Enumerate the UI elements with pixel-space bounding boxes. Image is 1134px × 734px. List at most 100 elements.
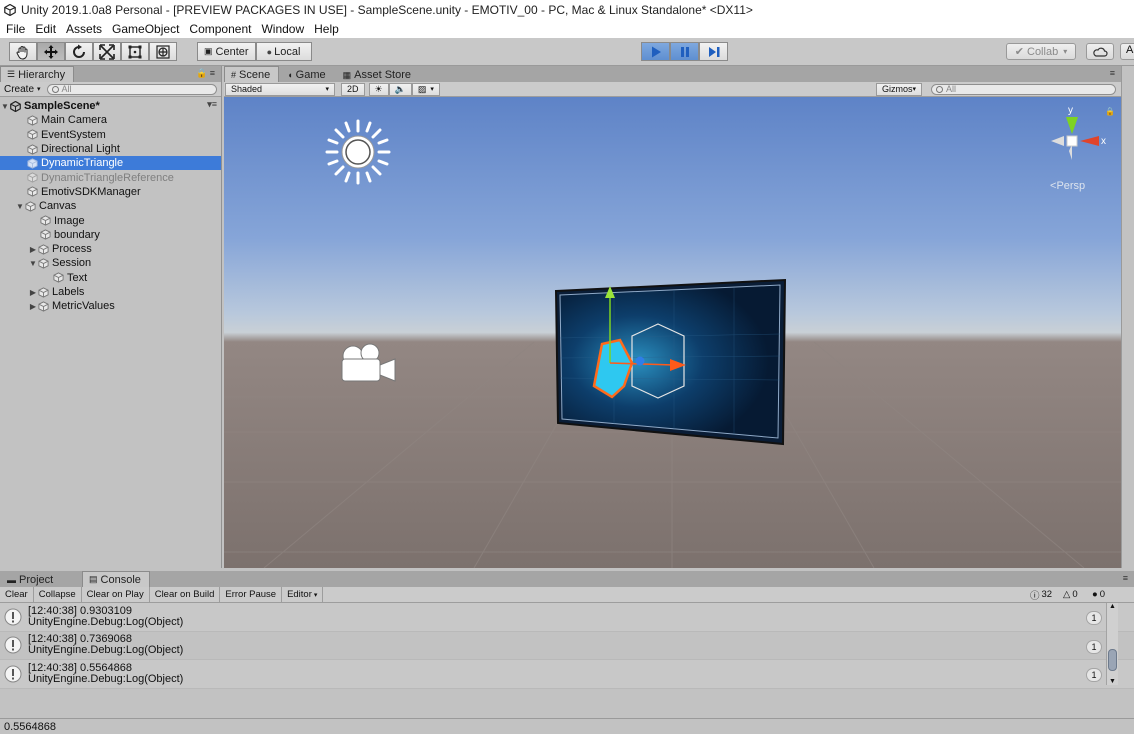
effects-dropdown[interactable]: ▨ ▾ <box>411 82 440 96</box>
play-button[interactable] <box>641 42 670 61</box>
canvas-board[interactable] <box>554 278 788 448</box>
menu-help[interactable]: Help <box>309 22 344 36</box>
hierarchy-item-dynamictrianglereference[interactable]: DynamicTriangleReference <box>0 170 221 184</box>
pause-button[interactable] <box>670 42 699 61</box>
log-entry[interactable]: [12:40:38] 0.7369068 UnityEngine.Debug:Lo… <box>0 632 1134 661</box>
tab-game[interactable]: ◖ Game <box>280 67 334 82</box>
window-title: Unity 2019.1.0a8 Personal - [PREVIEW PAC… <box>21 3 753 17</box>
lighting-toggle-button[interactable]: ☀ <box>368 82 389 96</box>
menu-bar: File Edit Assets GameObject Component Wi… <box>0 20 1134 38</box>
tab-scene[interactable]: # Scene <box>224 66 280 82</box>
console-toolbar: Clear Collapse Clear on Play Clear on Bu… <box>0 587 1134 603</box>
projection-label[interactable]: <Persp <box>1050 180 1085 192</box>
camera-gizmo-icon[interactable] <box>338 342 398 386</box>
2d-toggle-button[interactable]: 2D <box>341 82 365 96</box>
menu-edit[interactable]: Edit <box>30 22 61 36</box>
hierarchy-item-session[interactable]: ▼ Session <box>0 256 221 270</box>
panel-menu-icon[interactable]: ≡ <box>1110 68 1115 78</box>
scene-root-row[interactable]: ▼ SampleScene* ▾≡ <box>0 99 221 113</box>
hierarchy-item-canvas[interactable]: ▼ Canvas <box>0 199 221 213</box>
hierarchy-item-labels[interactable]: ▶ Labels <box>0 285 221 299</box>
clear-button[interactable]: Clear <box>0 587 34 602</box>
editor-dropdown[interactable]: Editor ▾ <box>282 587 324 602</box>
hierarchy-item-eventsystem[interactable]: EventSystem <box>0 128 221 142</box>
hierarchy-item-emotivsdkmanager[interactable]: EmotivSDKManager <box>0 185 221 199</box>
scene-menu-icon[interactable]: ▾≡ <box>207 99 217 110</box>
menu-window[interactable]: Window <box>256 22 309 36</box>
local-globe-icon: ● <box>266 46 273 57</box>
pivot-local-button[interactable]: ● Local <box>255 42 312 61</box>
rotate-tool-button[interactable] <box>65 42 93 61</box>
hierarchy-search-input[interactable]: All <box>46 83 217 95</box>
menu-file[interactable]: File <box>0 22 30 36</box>
collapse-button[interactable]: Collapse <box>34 587 82 602</box>
menu-assets[interactable]: Assets <box>61 22 107 36</box>
collapse-arrow-icon[interactable]: ▶ <box>28 245 38 254</box>
console-tabbar: ▬ Project ▤ Console ≡ <box>0 571 1134 587</box>
hierarchy-item-dynamictriangle[interactable]: DynamicTriangle <box>0 156 221 171</box>
shading-mode-dropdown[interactable]: Shaded ▾ <box>225 82 335 96</box>
console-scrollbar[interactable]: ▲ ▼ <box>1106 603 1118 685</box>
clear-on-build-toggle[interactable]: Clear on Build <box>150 587 221 602</box>
account-button[interactable]: A <box>1120 43 1134 60</box>
hierarchy-item-process[interactable]: ▶ Process <box>0 242 221 256</box>
error-count-toggle[interactable]: ● 0 <box>1092 588 1105 601</box>
cloud-services-button[interactable] <box>1086 43 1114 60</box>
log-count-toggle[interactable]: ⓘ 32 <box>1030 588 1052 602</box>
error-icon: ● <box>1092 589 1098 600</box>
tab-project[interactable]: ▬ Project <box>0 572 62 587</box>
step-button[interactable] <box>699 42 728 61</box>
orientation-gizmo[interactable]: y x 🔒 <box>1049 105 1115 175</box>
gizmo-y-label: y <box>1068 105 1073 116</box>
hand-tool-button[interactable] <box>9 42 37 61</box>
hierarchy-item-main-camera[interactable]: Main Camera <box>0 113 221 127</box>
rect-tool-button[interactable] <box>121 42 149 61</box>
warning-count-toggle[interactable]: △ 0 <box>1063 588 1078 601</box>
transform-tools <box>9 42 177 61</box>
hierarchy-item-metricvalues[interactable]: ▶ MetricValues <box>0 299 221 313</box>
scale-tool-button[interactable] <box>93 42 121 61</box>
menu-gameobject[interactable]: GameObject <box>107 22 184 36</box>
audio-toggle-button[interactable]: 🔈 <box>388 82 412 96</box>
clear-on-play-toggle[interactable]: Clear on Play <box>82 587 150 602</box>
status-bar[interactable]: 0.5564868 <box>0 718 1134 734</box>
gizmo-lock-icon[interactable]: 🔒 <box>1105 107 1115 116</box>
info-bubble-icon <box>4 665 22 683</box>
panel-menu-icon[interactable]: ≡ <box>1123 573 1128 583</box>
create-dropdown[interactable]: Create ▾ <box>4 84 41 95</box>
gameobject-cube-icon <box>25 201 36 212</box>
scene-search-input[interactable]: All <box>931 83 1116 95</box>
error-pause-toggle[interactable]: Error Pause <box>220 587 283 602</box>
pivot-center-button[interactable]: ▣ Center <box>197 42 256 61</box>
gizmos-dropdown[interactable]: Gizmos ▾ <box>876 82 922 96</box>
expand-arrow-icon[interactable]: ▼ <box>0 102 10 111</box>
tab-console[interactable]: ▤ Console <box>82 571 150 587</box>
collapse-arrow-icon[interactable]: ▶ <box>28 288 38 297</box>
info-bubble-icon <box>4 636 22 654</box>
expand-arrow-icon[interactable]: ▼ <box>28 259 38 268</box>
console-scroll-thumb[interactable] <box>1108 649 1117 671</box>
scene-viewport[interactable]: y x 🔒 <Persp <box>224 97 1121 568</box>
directional-light-gizmo-icon[interactable] <box>324 118 392 186</box>
hierarchy-item-directional-light[interactable]: Directional Light <box>0 142 221 156</box>
console-icon: ▤ <box>89 574 98 584</box>
expand-arrow-icon[interactable]: ▼ <box>15 202 25 211</box>
scene-grid-icon: # <box>231 69 237 80</box>
move-tool-button[interactable] <box>37 42 65 61</box>
panel-lock-menu-icon[interactable]: 🔒 ≡ <box>196 68 215 79</box>
right-edge-strip <box>1121 66 1134 568</box>
tab-asset-store[interactable]: ▦ Asset Store <box>336 67 420 82</box>
log-entry[interactable]: [12:40:38] 0.9303109 UnityEngine.Debug:Lo… <box>0 603 1134 632</box>
check-circle-icon: ✔ <box>1014 46 1024 58</box>
log-entry[interactable]: [12:40:38] 0.5564868 UnityEngine.Debug:Lo… <box>0 660 1134 689</box>
hierarchy-item-text[interactable]: Text <box>0 271 221 285</box>
hierarchy-item-boundary[interactable]: boundary <box>0 228 221 242</box>
menu-component[interactable]: Component <box>184 22 256 36</box>
collapse-arrow-icon[interactable]: ▶ <box>28 302 38 311</box>
hierarchy-item-image[interactable]: Image <box>0 213 221 227</box>
scroll-down-arrow-icon[interactable]: ▼ <box>1109 678 1116 685</box>
scroll-up-arrow-icon[interactable]: ▲ <box>1109 603 1116 610</box>
collab-dropdown[interactable]: ✔ Collab ▾ <box>1006 43 1076 60</box>
tab-hierarchy[interactable]: ☰ Hierarchy <box>0 66 75 82</box>
transform-all-tool-button[interactable] <box>149 42 177 61</box>
